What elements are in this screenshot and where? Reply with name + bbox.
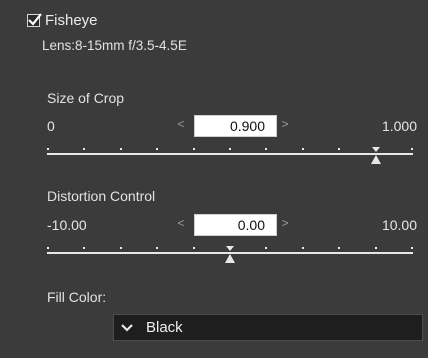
size-of-crop-min-label: 0: [47, 118, 55, 134]
size-of-crop-tick: [47, 148, 49, 150]
distortion-control-tick: [411, 247, 413, 249]
distortion-control-slider[interactable]: [47, 244, 413, 266]
distortion-control-increment-button[interactable]: >: [279, 216, 291, 230]
size-of-crop-value-input[interactable]: 0.900: [194, 115, 277, 137]
distortion-control-controls: -10.00 < 0.00 > 10.00: [47, 214, 417, 238]
distortion-control-value-marker-icon: [226, 246, 234, 251]
size-of-crop-increment-button[interactable]: >: [279, 117, 291, 131]
distortion-control-tick: [338, 247, 340, 249]
distortion-control-tick: [120, 247, 122, 249]
distortion-control-tick: [302, 247, 304, 249]
distortion-control-tick: [265, 247, 267, 249]
distortion-control-tick: [47, 247, 49, 249]
fisheye-panel: Fisheye Lens:8-15mm f/3.5-4.5E Size of C…: [0, 0, 428, 358]
size-of-crop-slider[interactable]: [47, 145, 413, 167]
size-of-crop-max-label: 1.000: [381, 118, 417, 134]
fill-color-select[interactable]: Black: [113, 314, 423, 341]
fisheye-checkbox[interactable]: [27, 12, 42, 27]
distortion-control-max-label: 10.00: [381, 217, 417, 233]
size-of-crop-tick: [302, 148, 304, 150]
size-of-crop-slider-track: [47, 153, 413, 155]
size-of-crop-tick: [411, 148, 413, 150]
distortion-control-tick: [83, 247, 85, 249]
distortion-control-decrement-button[interactable]: <: [175, 216, 187, 230]
distortion-control-tick: [375, 247, 377, 249]
size-of-crop-title: Size of Crop: [47, 90, 125, 106]
size-of-crop-tick: [83, 148, 85, 150]
size-of-crop-tick: [193, 148, 195, 150]
fill-color-label: Fill Color:: [47, 289, 107, 305]
lens-info: Lens:8-15mm f/3.5-4.5E: [42, 38, 187, 53]
size-of-crop-tick: [156, 148, 158, 150]
size-of-crop-tick: [265, 148, 267, 150]
chevron-down-icon[interactable]: [114, 315, 140, 340]
distortion-control-slider-thumb[interactable]: [225, 254, 235, 263]
distortion-control-value-input[interactable]: 0.00: [194, 214, 277, 236]
fisheye-label: Fisheye: [45, 11, 98, 29]
size-of-crop-controls: 0 < 0.900 > 1.000: [47, 115, 417, 139]
fisheye-header[interactable]: Fisheye: [27, 9, 98, 31]
fill-color-selected-value: Black: [146, 319, 183, 336]
size-of-crop-slider-thumb[interactable]: [370, 155, 381, 164]
distortion-control-min-label: -10.00: [47, 217, 87, 233]
size-of-crop-tick: [120, 148, 122, 150]
distortion-control-tick: [193, 247, 195, 249]
distortion-control-title: Distortion Control: [47, 188, 156, 204]
distortion-control-tick: [156, 247, 158, 249]
size-of-crop-decrement-button[interactable]: <: [175, 117, 187, 131]
size-of-crop-tick: [229, 148, 231, 150]
checkmark-icon: [28, 12, 42, 26]
size-of-crop-value-marker-icon: [371, 147, 380, 152]
size-of-crop-tick: [338, 148, 340, 150]
